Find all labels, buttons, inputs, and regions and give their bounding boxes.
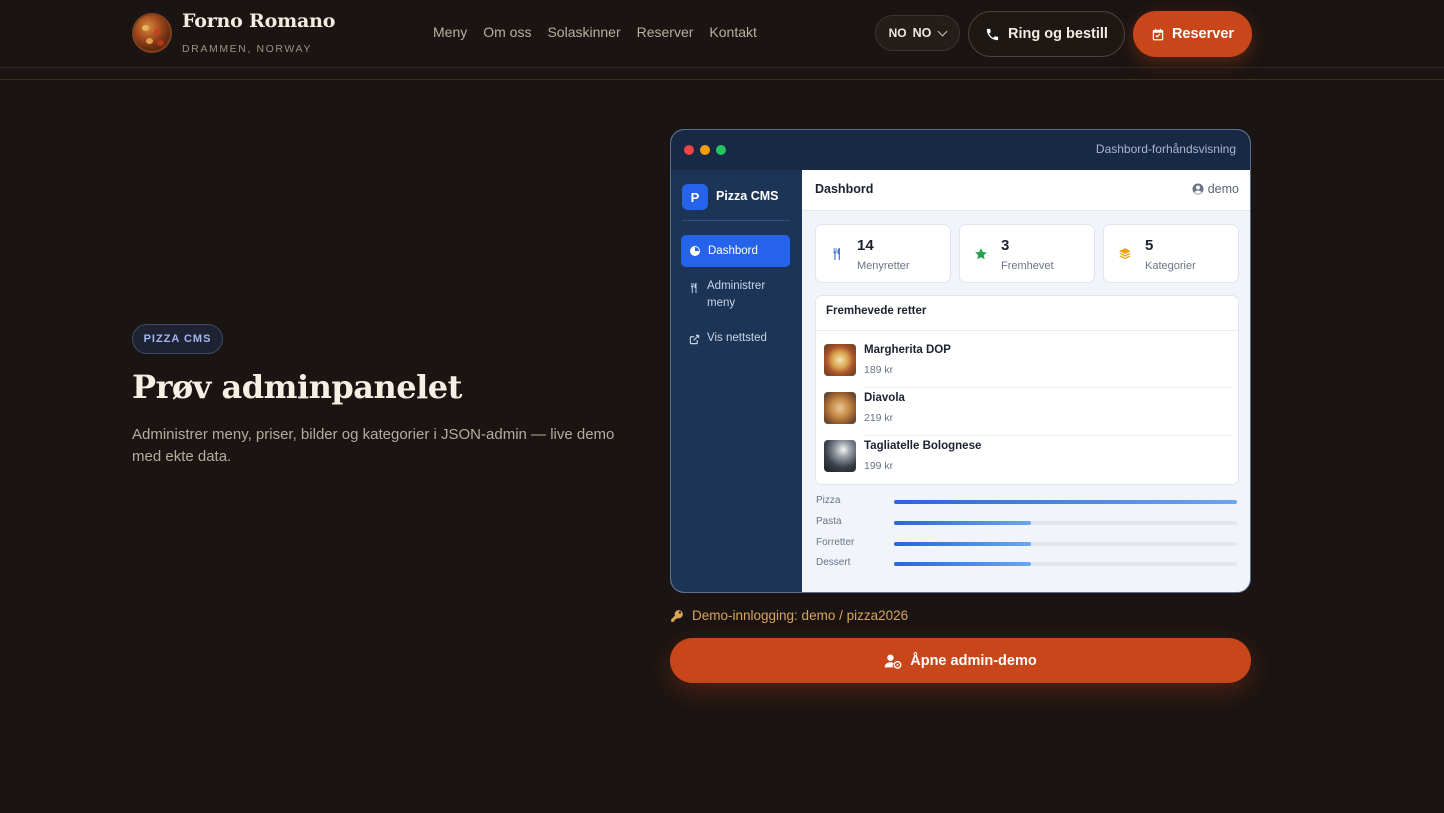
category-bar-pasta: Pasta: [816, 516, 1240, 530]
cms-topbar: Dashbord demo: [802, 170, 1250, 211]
section-badge: PIZZA CMS: [132, 324, 223, 354]
call-order-button[interactable]: Ring og bestill: [968, 11, 1125, 57]
dish-name: Diavola: [864, 392, 905, 404]
featured-dishes-card: Fremhevede retter Margherita DOP 189 kr …: [815, 295, 1239, 485]
cms-logo: P: [682, 184, 708, 210]
user-gear-icon: [884, 654, 902, 669]
dish-image: [824, 344, 856, 376]
header-divider: [0, 79, 1444, 80]
cms-page-title: Dashbord: [815, 182, 874, 196]
category-track: [894, 542, 1237, 546]
stat-label: Menyretter: [857, 260, 910, 272]
category-label: Pizza: [816, 495, 841, 506]
reserve-label: Reserver: [1171, 26, 1235, 42]
dish-price: 199 kr: [864, 460, 894, 472]
stat-value: 14: [857, 237, 874, 254]
page-title: Prøv adminpanelet: [132, 368, 462, 406]
nav-link-reserve[interactable]: Reserver: [637, 24, 694, 40]
category-track: [894, 562, 1237, 566]
category-label: Pasta: [816, 516, 842, 527]
demo-login-text: Demo-innlogging: demo / pizza2026: [692, 608, 909, 623]
layers-icon: [1119, 248, 1131, 260]
stat-card-menu-items: 14 Menyretter: [815, 224, 951, 283]
flag-icon: NO: [888, 26, 907, 40]
nav-link-menu[interactable]: Meny: [433, 24, 467, 40]
stat-value: 3: [1001, 237, 1010, 254]
dish-name: Margherita DOP: [864, 344, 951, 356]
user-menu[interactable]: demo: [1192, 182, 1239, 196]
nav-link-solaskinner[interactable]: Solaskinner: [547, 24, 620, 40]
calendar-check-icon: [1152, 28, 1164, 40]
dish-image: [824, 392, 856, 424]
category-bar-pizza: Pizza: [816, 495, 1240, 509]
category-bar-forretter: Forretter: [816, 537, 1240, 551]
sidebar-item-label: Vis nettsted: [707, 332, 767, 344]
nav-link-about[interactable]: Om oss: [483, 24, 531, 40]
sidebar-divider: [682, 220, 790, 221]
window-close-dot: [684, 145, 694, 155]
category-track: [894, 521, 1237, 525]
utensils-icon: [833, 248, 840, 260]
cms-app-name: Pizza CMS: [716, 189, 779, 203]
key-icon: [671, 609, 683, 622]
language-value: NO: [912, 26, 932, 40]
user-circle-icon: [1192, 183, 1204, 195]
chevron-down-icon: [937, 26, 948, 36]
category-fill: [894, 521, 1032, 525]
dish-price: 219 kr: [864, 412, 894, 424]
sidebar-item-label: Administrer meny: [707, 280, 766, 309]
utensils-icon: [691, 283, 697, 293]
category-label: Dessert: [816, 557, 851, 568]
sidebar-item-view-site[interactable]: Vis nettsted: [689, 332, 798, 345]
stat-card-featured: 3 Fremhevet: [959, 224, 1095, 283]
category-fill: [894, 562, 1032, 566]
category-fill: [894, 500, 1237, 504]
dish-price: 189 kr: [864, 364, 894, 376]
nav-link-contact[interactable]: Kontakt: [709, 24, 756, 40]
user-name: demo: [1207, 182, 1239, 196]
main-nav: Meny Om oss Solaskinner Reserver Kontakt: [433, 24, 757, 40]
sidebar-item-manage-menu[interactable]: Administrer meny: [688, 278, 792, 312]
list-item[interactable]: Margherita DOP 189 kr: [824, 339, 1232, 388]
category-fill: [894, 542, 1032, 546]
dashboard-preview-window: Dashbord-forhåndsvisning P Pizza CMS Das…: [670, 129, 1251, 593]
brand-name[interactable]: Forno Romano: [182, 10, 335, 32]
stat-value: 5: [1145, 237, 1154, 254]
site-header: Forno Romano DRAMMEN, NORWAY Meny Om oss…: [0, 0, 1444, 68]
list-item[interactable]: Diavola 219 kr: [824, 387, 1232, 436]
call-order-label: Ring og bestill: [1008, 26, 1108, 42]
external-link-icon: [689, 334, 700, 345]
dish-name: Tagliatelle Bolognese: [864, 440, 982, 452]
logo-pizza-image[interactable]: [132, 13, 172, 53]
star-icon: [975, 248, 987, 260]
featured-dishes-title: Fremhevede retter: [826, 305, 927, 317]
window-titlebar: Dashbord-forhåndsvisning: [671, 130, 1250, 170]
demo-login-hint: Demo-innlogging: demo / pizza2026: [670, 608, 908, 623]
hero-description: Administrer meny, priser, bilder og kate…: [132, 426, 615, 465]
open-admin-demo-label: Åpne admin-demo: [910, 652, 1037, 669]
language-select[interactable]: NO NO: [875, 15, 960, 51]
window-title: Dashbord-forhåndsvisning: [1095, 142, 1236, 156]
sidebar-item-dashboard[interactable]: Dashbord: [681, 235, 790, 267]
stat-label: Kategorier: [1145, 260, 1196, 272]
dish-image: [824, 440, 856, 472]
stat-card-categories: 5 Kategorier: [1103, 224, 1239, 283]
window-maximize-dot: [716, 145, 726, 155]
stat-label: Fremhevet: [1001, 260, 1054, 272]
phone-icon: [986, 28, 999, 40]
list-item[interactable]: Tagliatelle Bolognese 199 kr: [824, 435, 1232, 483]
cms-main: Dashbord demo 14 Menyretter 3 Fremhevet …: [802, 170, 1250, 592]
cms-sidebar: P Pizza CMS Dashbord Administrer meny Vi…: [671, 170, 802, 592]
category-label: Forretter: [816, 537, 855, 548]
category-track: [894, 500, 1237, 504]
category-bar-dessert: Dessert: [816, 557, 1240, 571]
dashboard-icon: [690, 246, 700, 256]
card-divider: [816, 330, 1238, 331]
sidebar-item-label: Dashbord: [708, 245, 758, 257]
window-minimize-dot: [700, 145, 710, 155]
open-admin-demo-button[interactable]: Åpne admin-demo: [670, 638, 1251, 683]
reserve-button[interactable]: Reserver: [1133, 11, 1252, 57]
brand-location: DRAMMEN, NORWAY: [182, 43, 312, 55]
